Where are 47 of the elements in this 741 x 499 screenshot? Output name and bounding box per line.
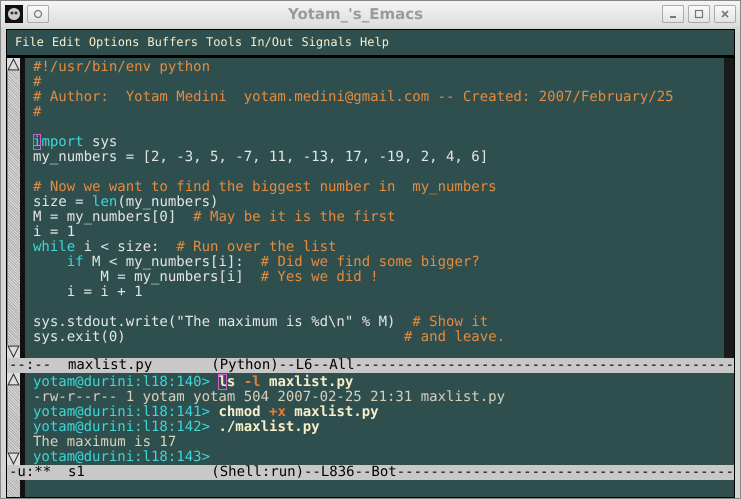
shell-line: -rw-r--r-- 1 yotam yotam 504 2007-02-25 21:31 maxlist.py: [33, 390, 506, 405]
menu-item[interactable]: Tools: [206, 35, 242, 50]
shell-line: yotam@durini:l18:142> ./maxlist.py: [33, 420, 320, 435]
menu-item[interactable]: Signals: [301, 35, 352, 50]
code-line: M = my_numbers[0] # May be it is the first: [33, 210, 396, 225]
shell-line: yotam@durini:l18:143>: [33, 450, 212, 465]
scroll-bar[interactable]: [7, 58, 25, 358]
window-title: Yotam_'s_Emacs: [286, 4, 424, 23]
shell-line: yotam@durini:l18:140> ls -l maxlist.py: [33, 374, 354, 390]
shell-line: The maximum is 17: [33, 434, 176, 450]
code-line: M = my_numbers[i] # Yes we did !: [99, 270, 380, 285]
menu-item[interactable]: File: [15, 35, 44, 50]
code-line: # Author: Yotam Medini yotam.medini@gmail.com -- Created: 2007/February/25: [33, 90, 675, 105]
code-line: if M < my_numbers[i]: # Did we find some bigger?: [66, 254, 481, 270]
close-button[interactable]: [714, 4, 736, 23]
scroll-bar[interactable]: [7, 372, 25, 466]
code-line: i = 1: [33, 224, 76, 240]
app-icon[interactable]: [5, 4, 23, 23]
menu-item[interactable]: In/Out: [250, 35, 294, 50]
menu-item[interactable]: Options: [88, 35, 140, 50]
minimize-icon: [670, 16, 676, 18]
menu-item[interactable]: Help: [360, 35, 389, 50]
code-line: sys.stdout.write("The maximum is %d\n" % M) # Show it: [33, 314, 490, 330]
code-line: #: [33, 104, 42, 120]
maximize-button[interactable]: [688, 4, 710, 23]
minimize-button[interactable]: [662, 4, 684, 23]
code-line: size = len(my_numbers): [33, 194, 220, 210]
menu-item[interactable]: Edit: [52, 35, 81, 50]
code-line: import sys: [33, 134, 118, 150]
scroll-up-icon[interactable]: [7, 372, 20, 386]
code-line: # Now we want to find the biggest number in my_numbers: [33, 180, 498, 195]
code-line: #!/usr/bin/env python: [33, 60, 212, 75]
maximize-icon: [694, 8, 704, 19]
close-icon: [720, 8, 730, 19]
code-line: while i < size: # Run over the list: [33, 240, 338, 255]
scroll-down-icon[interactable]: [7, 452, 20, 466]
code-line: #: [33, 74, 42, 90]
code-line: my_numbers = [2, -3, 5, -7, 11, -13, 17, -19, 2, 4, 6]: [33, 150, 490, 165]
scroll-up-icon[interactable]: [7, 58, 20, 71]
shell-line: yotam@durini:l18:141> chmod +x maxlist.py: [33, 404, 380, 420]
circle-icon: [33, 8, 43, 19]
menu-item[interactable]: Buffers: [147, 35, 198, 50]
code-line: i = i + 1: [66, 284, 143, 300]
scroll-bar[interactable]: [7, 480, 25, 497]
scroll-down-icon[interactable]: [7, 344, 20, 358]
code-line: sys.exit(0) # and leave.: [33, 330, 506, 345]
window-menu-button[interactable]: [27, 4, 49, 23]
